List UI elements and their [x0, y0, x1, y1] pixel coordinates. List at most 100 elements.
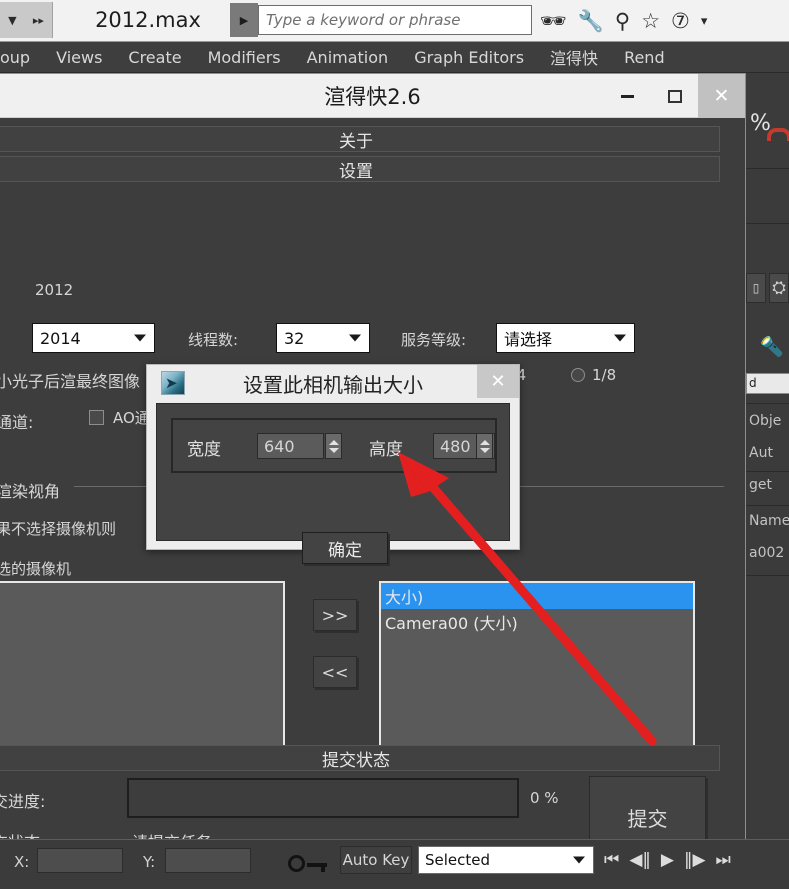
height-label: 高度 [369, 440, 403, 460]
maximize-button[interactable] [651, 74, 698, 118]
service-level-select[interactable]: 请选择 [496, 323, 635, 353]
dialog-title-text: 设置此相机输出大小 [243, 372, 423, 397]
screen-root: ▼ ▸▸ 2012.max ▶ Type a keyword or phrase… [0, 0, 789, 889]
toolbar-button-left[interactable]: ▯ [746, 273, 766, 303]
submit-progress-bar [127, 778, 519, 818]
camera-output-size-dialog: 设置此相机输出大小 ✕ 宽度 640 高度 480 确定 [146, 364, 520, 564]
chevron-down-icon [614, 334, 626, 342]
dialog-title-bar[interactable]: 设置此相机输出大小 ✕ [147, 365, 519, 401]
menu-item-group[interactable]: oup [0, 48, 43, 67]
coord-x-input[interactable] [37, 848, 123, 873]
max-version-select[interactable]: 2014 [32, 323, 155, 353]
move-left-button[interactable]: << [313, 656, 357, 688]
available-cameras-list[interactable] [0, 581, 285, 748]
network-icon[interactable]: ⛭ [769, 273, 789, 303]
panel-row-object: Obje [749, 413, 782, 429]
menu-item-views[interactable]: Views [43, 48, 115, 67]
host-app-menubar: oup Views Create Modifiers Animation Gra… [0, 42, 789, 73]
channel-label: 通道: [0, 413, 34, 432]
checkbox-box [89, 410, 104, 425]
search-input[interactable]: Type a keyword or phrase [258, 5, 532, 35]
dialog-panel: 宽度 640 高度 480 确定 [156, 403, 510, 564]
panel-row-name-header: Name [749, 513, 789, 529]
list-item[interactable]: Camera00 (大小) [381, 609, 693, 635]
satellite-dish-icon[interactable]: ⚲ [615, 10, 630, 32]
menu-item-graph-editors[interactable]: Graph Editors [401, 48, 537, 67]
help-toolbar: 🕶 🔧 ⚲ ☆ ⑦ ▾ [540, 3, 745, 39]
double-chevron-right-icon[interactable]: ▸▸ [33, 15, 44, 26]
name-field[interactable]: d [746, 373, 789, 394]
version-label: : [0, 281, 1, 299]
camera-hint-line1: 果不选择摄像机则 [0, 520, 117, 538]
width-input[interactable]: 640 [257, 433, 324, 459]
list-item[interactable]: 大小) [381, 583, 693, 609]
close-button[interactable]: ✕ [698, 74, 745, 118]
binoculars-icon[interactable]: 🕶 [540, 10, 567, 32]
panel-row-camera-name: a002 [749, 545, 785, 561]
spinner-down-icon[interactable] [479, 447, 490, 453]
dialog-close-button[interactable]: ✕ [477, 365, 519, 398]
threads-select[interactable]: 32 [276, 323, 370, 353]
final-image-scale-label: 小光子后渲最终图像 [0, 372, 141, 391]
menu-item-create[interactable]: Create [115, 48, 194, 67]
status-bar: X: Y: Auto Key Selected ⏮ ◀‖ ▶ ‖▶ ⏭ [0, 839, 789, 889]
magnet-icon[interactable] [767, 128, 789, 141]
chevron-down-icon [134, 334, 146, 342]
version-value: 2012 [35, 281, 74, 299]
confirm-button[interactable]: 确定 [302, 532, 388, 564]
menu-item-rendering[interactable]: Rend [611, 48, 678, 67]
next-frame-button[interactable]: ‖▶ [684, 847, 706, 873]
file-title: 2012.max [95, 8, 201, 32]
star-icon[interactable]: ☆ [641, 10, 660, 32]
maximize-icon [667, 89, 682, 103]
previous-frame-button[interactable]: ◀‖ [629, 847, 651, 873]
chevron-down-icon [573, 856, 585, 864]
help-icon[interactable]: ⑦ [671, 10, 690, 32]
spinner-down-icon[interactable] [328, 447, 339, 453]
width-spinner[interactable] [325, 433, 342, 459]
spinner-up-icon[interactable] [328, 439, 339, 445]
render-view-group-title: 渲染视角 [0, 482, 61, 501]
search-placeholder: Type a keyword or phrase [266, 11, 461, 29]
size-fields-group: 宽度 640 高度 480 [171, 418, 497, 473]
host-command-panel: % ▯ ⛭ 🔦 d Obje Aut get Name a002 [745, 73, 789, 833]
play-button[interactable]: ▶ [661, 847, 674, 873]
radio-label: 1/8 [592, 366, 617, 384]
minimize-button[interactable] [604, 74, 651, 118]
go-to-start-button[interactable]: ⏮ [604, 847, 619, 873]
rollout-about[interactable]: 关于 [0, 126, 720, 152]
max-version-value: 2014 [40, 328, 81, 348]
radio-eighth[interactable]: 1/8 [571, 366, 616, 384]
quick-access-toolbar[interactable]: ▼ ▸▸ [0, 2, 53, 38]
panel-row-auto: Aut [749, 445, 773, 461]
wrench-icon[interactable]: 🔧 [578, 10, 604, 32]
search-expand-arrow-icon[interactable]: ▶ [230, 3, 258, 37]
chevron-down-icon[interactable]: ▼ [8, 15, 16, 26]
transport-controls: ⏮ ◀‖ ▶ ‖▶ ⏭ [604, 847, 731, 873]
auto-key-button[interactable]: Auto Key [340, 846, 412, 874]
chevron-down-icon[interactable]: ▾ [701, 15, 708, 28]
max-version-label: : [0, 329, 1, 347]
width-label: 宽度 [187, 440, 221, 460]
coord-y-input[interactable] [165, 848, 251, 873]
service-level-value: 请选择 [504, 330, 553, 349]
go-to-end-button[interactable]: ⏭ [716, 847, 731, 873]
spinner-up-icon[interactable] [479, 439, 490, 445]
height-spinner[interactable] [476, 433, 493, 459]
menu-item-animation[interactable]: Animation [294, 48, 402, 67]
service-level-label: 服务等级: [401, 331, 467, 349]
menu-item-plugin[interactable]: 渲得快 [537, 45, 611, 69]
rollout-settings[interactable]: 设置 [0, 156, 720, 182]
threads-value: 32 [284, 328, 305, 348]
plugin-title-bar[interactable]: 渲得快2.6 ✕ [0, 74, 745, 118]
window-controls: ✕ [604, 74, 745, 118]
selection-set-select[interactable]: Selected [418, 846, 594, 874]
selection-set-value: Selected [425, 851, 491, 869]
selected-cameras-list[interactable]: 大小) Camera00 (大小) [379, 581, 695, 748]
key-icon[interactable] [288, 855, 327, 872]
move-right-button[interactable]: >> [313, 599, 357, 631]
light-icon[interactable]: 🔦 [760, 335, 784, 358]
menu-item-modifiers[interactable]: Modifiers [195, 48, 294, 67]
host-app-toolbar: ▼ ▸▸ 2012.max ▶ Type a keyword or phrase… [0, 0, 789, 42]
progress-label: 交进度: [0, 792, 46, 811]
